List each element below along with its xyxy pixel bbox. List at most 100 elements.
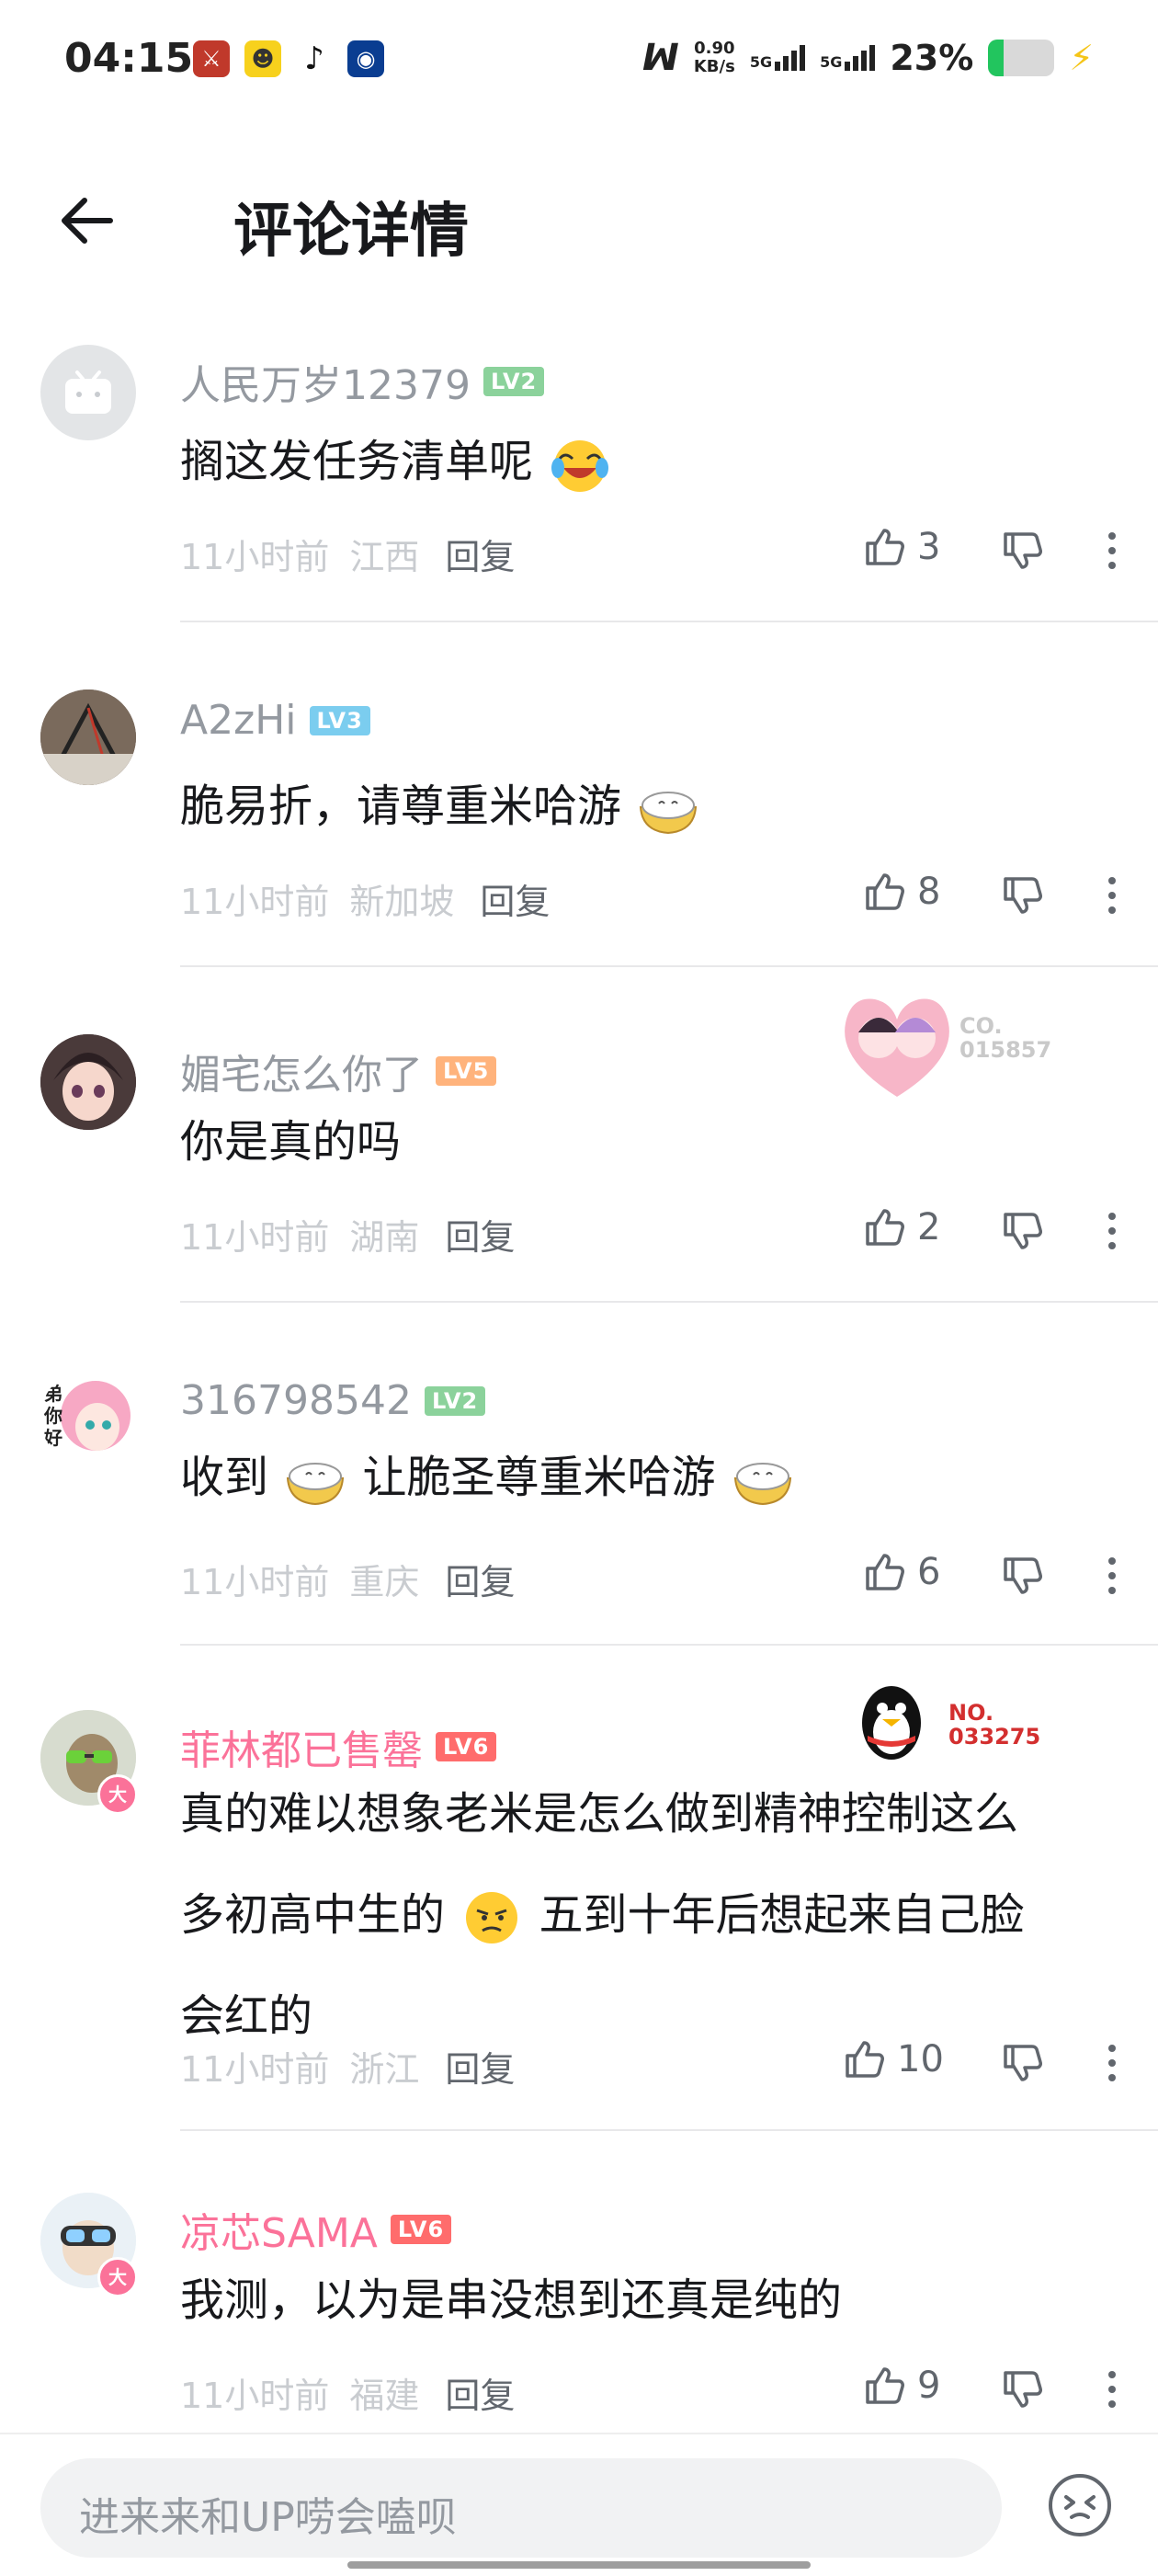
anime-girl-avatar-icon <box>40 1034 136 1130</box>
thumbs-down-icon[interactable] <box>1000 2367 1044 2411</box>
thumbs-up-icon <box>866 2367 904 2404</box>
like-button[interactable]: 9 <box>862 2364 940 2408</box>
like-button[interactable]: 2 <box>862 1205 940 1249</box>
wallet-app-icon: ◉ <box>347 40 384 77</box>
signal-bars-icon <box>845 45 876 71</box>
more-options-icon[interactable] <box>1103 2041 1121 2085</box>
comment-meta: 11小时前 新加坡 回复 <box>180 873 550 924</box>
comment-text-content: 我测，以为是串没想到还真是纯的 <box>180 2274 843 2326</box>
avatar[interactable] <box>40 1034 136 1130</box>
signal-2-label: 5G <box>820 53 843 71</box>
comment-location: 新加坡 <box>349 882 455 922</box>
like-count: 8 <box>917 871 941 913</box>
comment-time: 11小时前 <box>180 2049 330 2090</box>
thumbs-up-icon <box>866 529 904 565</box>
avatar[interactable]: 弟你好 <box>40 1370 136 1465</box>
tiktok-app-icon: ♪ <box>296 40 333 77</box>
network-speed: 0.90 KB/s <box>694 40 735 76</box>
decor-label: NO. <box>948 1700 994 1726</box>
comment-time: 11小时前 <box>180 1217 330 1258</box>
comment-text: 真的难以想象老米是怎么做到精神控制这么 多初高中生的 五到十年后想起来自己脸 会… <box>180 1763 1108 2067</box>
avatar[interactable] <box>40 690 136 785</box>
comment-location: 湖南 <box>349 1217 420 1258</box>
reply-button[interactable]: 回复 <box>445 1554 515 1604</box>
divider <box>180 621 1158 622</box>
thumbs-down-icon[interactable] <box>1000 873 1044 918</box>
level-badge: LV6 <box>436 1732 497 1761</box>
comment-location: 重庆 <box>349 1562 420 1602</box>
like-count: 9 <box>917 2365 941 2407</box>
vip-badge: 大 <box>97 2257 138 2297</box>
battery-percent: 23% <box>890 38 974 78</box>
thumbs-down-icon[interactable] <box>1000 2041 1044 2085</box>
more-options-icon[interactable] <box>1103 873 1121 918</box>
comment-text-content: 你是真的吗 <box>180 1116 402 1168</box>
comment-input-bar: 进来来和UP唠会嗑呗 <box>0 2433 1158 2576</box>
thumbs-up-icon <box>866 1554 904 1590</box>
comment-time: 11小时前 <box>180 537 330 577</box>
comment-meta: 11小时前 浙江 回复 <box>180 2041 515 2092</box>
signal-1: 5G <box>750 45 806 71</box>
comment-input-placeholder: 进来来和UP唠会嗑呗 <box>79 2494 457 2541</box>
back-arrow-icon[interactable] <box>55 188 119 253</box>
reply-button[interactable]: 回复 <box>445 2367 515 2418</box>
like-count: 6 <box>917 1551 941 1593</box>
net-speed-value: 0.90 <box>694 39 735 58</box>
home-indicator[interactable] <box>347 2561 811 2569</box>
more-options-icon[interactable] <box>1103 1209 1121 1253</box>
reply-button[interactable]: 回复 <box>445 1209 515 1260</box>
decor-number: 033275 <box>948 1724 1041 1750</box>
username[interactable]: A2zHi <box>180 697 297 744</box>
comment-text-content: 脆易折，请尊重米哈游 <box>180 781 622 832</box>
more-options-icon[interactable] <box>1103 529 1121 573</box>
comment-text: 脆易折，请尊重米哈游 <box>180 756 1108 857</box>
fan-badge-decoration: CO. 015857 <box>838 986 1059 1104</box>
comment-time: 11小时前 <box>180 882 330 922</box>
like-button[interactable]: 8 <box>862 870 940 914</box>
comment-location: 福建 <box>349 2376 420 2416</box>
emoji-picker-icon[interactable] <box>1046 2471 1114 2539</box>
comment-text: 收到 让脆圣尊重米哈游 <box>180 1427 1108 1528</box>
avatar[interactable] <box>40 345 136 440</box>
level-badge: LV2 <box>424 1385 486 1416</box>
reply-button[interactable]: 回复 <box>480 873 550 924</box>
like-count: 2 <box>917 1206 941 1248</box>
more-options-icon[interactable] <box>1103 1554 1121 1598</box>
comment-text-content: 多初高中生的 <box>180 1889 446 1941</box>
more-options-icon[interactable] <box>1103 2367 1121 2411</box>
avatar-text: 弟你好 <box>44 1383 62 1449</box>
like-button[interactable]: 10 <box>842 2037 944 2081</box>
page-header: 评论详情 <box>0 129 1158 313</box>
rice-bowl-emoji-icon <box>640 792 698 835</box>
username[interactable]: 人民万岁12379 <box>180 352 471 411</box>
status-time: 04:15 <box>64 35 194 82</box>
reply-button[interactable]: 回复 <box>445 529 515 579</box>
thumbs-down-icon[interactable] <box>1000 1554 1044 1598</box>
rice-bowl-emoji-icon <box>733 1463 791 1506</box>
signal-bars-icon <box>775 45 806 71</box>
username[interactable]: 316798542 <box>180 1377 412 1424</box>
chat-app-icon: ☻ <box>244 40 281 77</box>
comment-input[interactable]: 进来来和UP唠会嗑呗 <box>40 2458 1002 2558</box>
thumbs-down-icon[interactable] <box>1000 529 1044 573</box>
reply-button[interactable]: 回复 <box>445 2041 515 2092</box>
penguin-badge-icon <box>862 1686 921 1760</box>
level-badge: LV6 <box>390 2215 452 2244</box>
comment-meta: 11小时前 湖南 回复 <box>180 1209 515 1260</box>
comment-item: A2zHi LV3 脆易折，请尊重米哈游 11小时前 新加坡 回复 8 <box>0 690 1158 967</box>
like-button[interactable]: 6 <box>862 1550 940 1594</box>
divider <box>180 1301 1158 1303</box>
thumbs-up-icon <box>866 1209 904 1246</box>
comment-text-content: 让脆圣尊重米哈游 <box>362 1452 716 1503</box>
game-app-icon: ⚔ <box>193 40 230 77</box>
like-button[interactable]: 3 <box>862 525 940 569</box>
anime-duo-badge-icon <box>845 998 949 1097</box>
like-count: 10 <box>897 2038 944 2080</box>
comment-item: 大 菲林都已售罄 LV6 NO. 033275 真的难以想象老米是怎么做到精神控… <box>0 1686 1158 2133</box>
like-count: 3 <box>917 526 941 568</box>
comment-text: 我测，以为是串没想到还真是纯的 <box>180 2250 1108 2351</box>
status-bar: 04:15 ⚔ ☻ ♪ ◉ ꟽ 0.90 KB/s 5G 5G 23% ⚡ <box>0 0 1158 129</box>
thumbs-down-icon[interactable] <box>1000 1209 1044 1253</box>
signal-2: 5G <box>820 45 876 71</box>
battery-icon <box>988 40 1055 76</box>
